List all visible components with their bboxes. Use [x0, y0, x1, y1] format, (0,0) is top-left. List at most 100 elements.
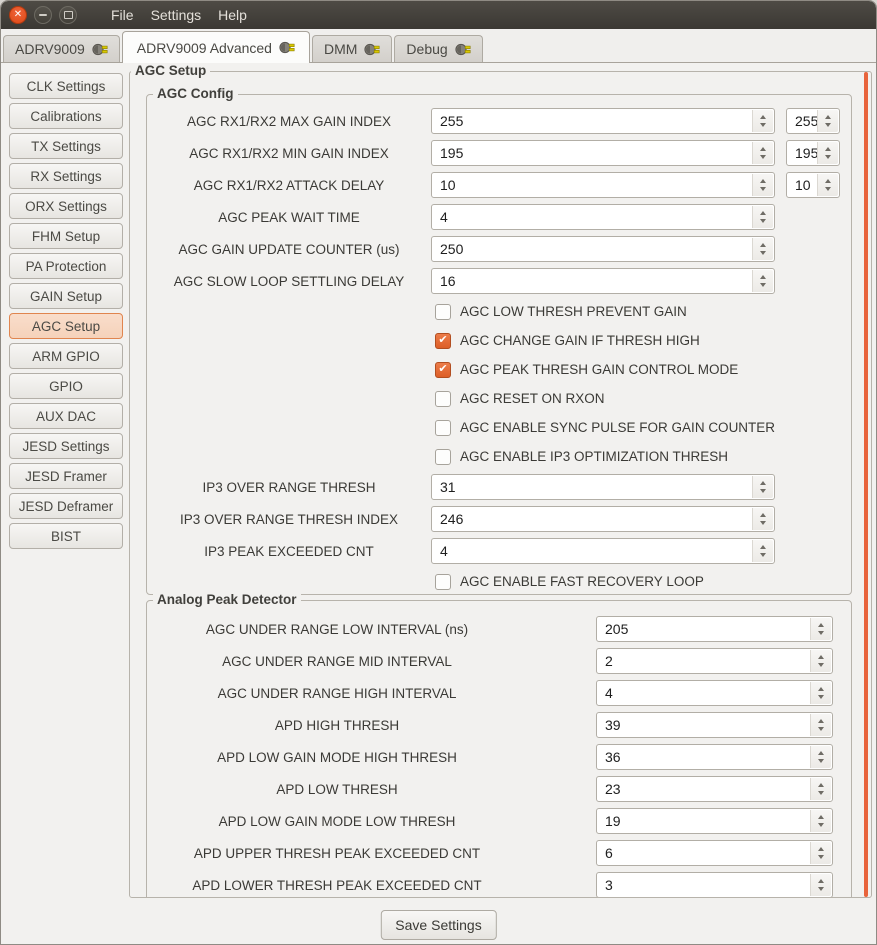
checkbox-agc-enable-fast-recovery-loop[interactable]	[435, 574, 451, 590]
spin-down-icon[interactable]	[760, 187, 766, 191]
spin-down-icon[interactable]	[760, 155, 766, 159]
spinbox[interactable]: 19	[596, 808, 833, 834]
spin-down-icon[interactable]	[760, 123, 766, 127]
spin-up-icon[interactable]	[818, 783, 824, 787]
spin-down-icon[interactable]	[825, 155, 831, 159]
save-settings-button[interactable]: Save Settings	[380, 910, 496, 940]
spin-down-icon[interactable]	[818, 823, 824, 827]
spin-up-icon[interactable]	[825, 147, 831, 151]
checkbox-agc-peak-thresh-gain-control-mode[interactable]: ✔	[435, 362, 451, 378]
spinbox[interactable]: 10	[431, 172, 775, 198]
tab-debug[interactable]: Debug	[394, 35, 482, 62]
spinbox[interactable]: 255	[786, 108, 840, 134]
spin-up-icon[interactable]	[760, 147, 766, 151]
spin-down-icon[interactable]	[818, 727, 824, 731]
spin-up-icon[interactable]	[818, 687, 824, 691]
maximize-icon[interactable]	[59, 6, 77, 24]
spin-up-icon[interactable]	[760, 211, 766, 215]
sidebar-item-agc-setup[interactable]: AGC Setup	[9, 313, 123, 339]
spin-down-icon[interactable]	[818, 855, 824, 859]
spin-down-icon[interactable]	[818, 663, 824, 667]
spin-buttons[interactable]	[752, 110, 773, 132]
spin-down-icon[interactable]	[760, 251, 766, 255]
spin-up-icon[interactable]	[818, 623, 824, 627]
sidebar-item-tx-settings[interactable]: TX Settings	[9, 133, 123, 159]
sidebar-item-orx-settings[interactable]: ORX Settings	[9, 193, 123, 219]
spinbox[interactable]: 10	[786, 172, 840, 198]
sidebar-item-arm-gpio[interactable]: ARM GPIO	[9, 343, 123, 369]
checkbox-agc-enable-ip3-optimization-thresh[interactable]	[435, 449, 451, 465]
spin-buttons[interactable]	[752, 540, 773, 562]
spinbox[interactable]: 195	[786, 140, 840, 166]
spin-up-icon[interactable]	[818, 751, 824, 755]
sidebar-item-rx-settings[interactable]: RX Settings	[9, 163, 123, 189]
spin-down-icon[interactable]	[825, 187, 831, 191]
spin-up-icon[interactable]	[818, 815, 824, 819]
checkbox-agc-change-gain-if-thresh-high[interactable]: ✔	[435, 333, 451, 349]
spin-down-icon[interactable]	[818, 887, 824, 891]
spin-down-icon[interactable]	[818, 759, 824, 763]
spin-buttons[interactable]	[752, 476, 773, 498]
vertical-scrollbar[interactable]	[864, 72, 868, 897]
sidebar-item-aux-dac[interactable]: AUX DAC	[9, 403, 123, 429]
sidebar-item-fhm-setup[interactable]: FHM Setup	[9, 223, 123, 249]
spin-down-icon[interactable]	[818, 791, 824, 795]
spin-buttons[interactable]	[817, 142, 838, 164]
spin-buttons[interactable]	[752, 270, 773, 292]
checkbox-agc-reset-on-rxon[interactable]	[435, 391, 451, 407]
spinbox[interactable]: 31	[431, 474, 775, 500]
spin-buttons[interactable]	[810, 650, 831, 672]
spin-up-icon[interactable]	[825, 179, 831, 183]
sidebar-item-clk-settings[interactable]: CLK Settings	[9, 73, 123, 99]
spinbox[interactable]: 23	[596, 776, 833, 802]
spin-up-icon[interactable]	[760, 545, 766, 549]
spin-buttons[interactable]	[810, 842, 831, 864]
spinbox[interactable]: 6	[596, 840, 833, 866]
close-icon[interactable]: ✕	[9, 6, 27, 24]
spin-up-icon[interactable]	[825, 115, 831, 119]
spin-buttons[interactable]	[817, 110, 838, 132]
minimize-icon[interactable]	[34, 6, 52, 24]
spin-buttons[interactable]	[810, 746, 831, 768]
spin-up-icon[interactable]	[760, 481, 766, 485]
sidebar-item-gpio[interactable]: GPIO	[9, 373, 123, 399]
spinbox[interactable]: 205	[596, 616, 833, 642]
spinbox[interactable]: 4	[431, 204, 775, 230]
tab-adrv9009[interactable]: ADRV9009	[3, 35, 120, 62]
spin-up-icon[interactable]	[760, 513, 766, 517]
sidebar-item-gain-setup[interactable]: GAIN Setup	[9, 283, 123, 309]
spinbox[interactable]: 255	[431, 108, 775, 134]
spin-buttons[interactable]	[752, 142, 773, 164]
spin-buttons[interactable]	[810, 618, 831, 640]
spin-buttons[interactable]	[752, 206, 773, 228]
spin-buttons[interactable]	[752, 174, 773, 196]
tab-adrv9009-advanced[interactable]: ADRV9009 Advanced	[122, 31, 310, 63]
spinbox[interactable]: 36	[596, 744, 833, 770]
menu-file[interactable]: File	[111, 7, 134, 23]
spin-down-icon[interactable]	[760, 219, 766, 223]
spin-up-icon[interactable]	[818, 719, 824, 723]
sidebar-item-bist[interactable]: BIST	[9, 523, 123, 549]
spin-down-icon[interactable]	[818, 631, 824, 635]
spinbox[interactable]: 250	[431, 236, 775, 262]
spin-up-icon[interactable]	[760, 179, 766, 183]
sidebar-item-calibrations[interactable]: Calibrations	[9, 103, 123, 129]
menu-help[interactable]: Help	[218, 7, 247, 23]
spin-up-icon[interactable]	[760, 275, 766, 279]
spin-buttons[interactable]	[817, 174, 838, 196]
menu-settings[interactable]: Settings	[151, 7, 202, 23]
spin-up-icon[interactable]	[760, 243, 766, 247]
spin-buttons[interactable]	[752, 238, 773, 260]
spinbox[interactable]: 4	[431, 538, 775, 564]
checkbox-agc-low-thresh-prevent-gain[interactable]	[435, 304, 451, 320]
spin-down-icon[interactable]	[825, 123, 831, 127]
checkbox-agc-enable-sync-pulse-for-gain-counter[interactable]	[435, 420, 451, 436]
spinbox[interactable]: 4	[596, 680, 833, 706]
spin-down-icon[interactable]	[818, 695, 824, 699]
spinbox[interactable]: 39	[596, 712, 833, 738]
spin-up-icon[interactable]	[818, 655, 824, 659]
spin-buttons[interactable]	[810, 874, 831, 896]
spin-down-icon[interactable]	[760, 553, 766, 557]
spin-up-icon[interactable]	[818, 879, 824, 883]
spin-buttons[interactable]	[752, 508, 773, 530]
